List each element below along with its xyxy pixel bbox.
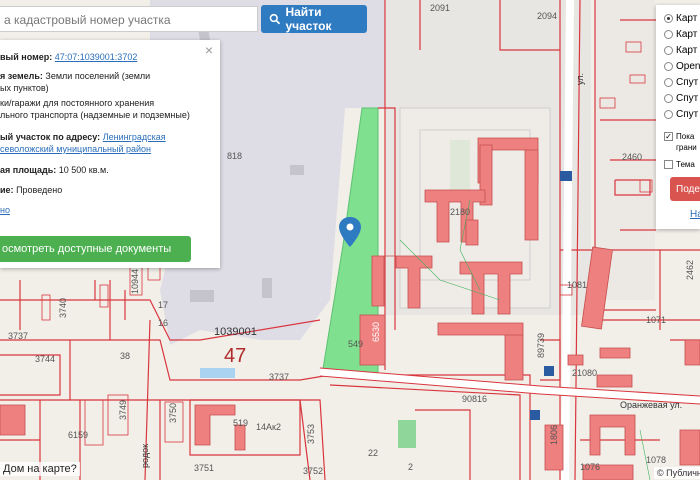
- parcel-label: 2180: [450, 207, 471, 217]
- parcel-label: 38: [120, 351, 131, 361]
- district-number: 47: [224, 345, 247, 367]
- layer-option[interactable]: Спут: [664, 91, 698, 105]
- layer-option-label: Спут: [676, 76, 699, 88]
- address-link-cont[interactable]: севоложский муниципальный район: [0, 143, 151, 155]
- parcel-label: 2460: [622, 152, 643, 162]
- layers-panel: Карт Карт Карт Open Спут Спут Спут ✓ Пок…: [656, 5, 700, 229]
- cadastral-number-link[interactable]: 47:07:1039001:3702: [55, 52, 138, 62]
- parcel-label: 1078: [646, 455, 667, 465]
- parcel-label: 22: [368, 448, 379, 458]
- street-label: родок: [140, 443, 150, 468]
- parcel-label: 2462: [685, 259, 695, 280]
- checkbox-checked-icon[interactable]: ✓: [664, 131, 673, 141]
- find-parcel-label: Найти участок: [285, 5, 332, 33]
- status-value: Проведено: [16, 185, 63, 195]
- permitted-use-line2: льного транспорта (надземные и подземные…: [0, 110, 190, 120]
- layer-option[interactable]: Карт: [664, 27, 697, 41]
- radio-icon[interactable]: [664, 29, 673, 39]
- area-label: ая площадь:: [0, 165, 57, 175]
- close-icon[interactable]: ×: [205, 42, 213, 58]
- area-value: 10 500 кв.м.: [58, 165, 109, 175]
- layer-option-label: Open: [676, 60, 700, 72]
- parcel-label: 1076: [580, 462, 601, 472]
- layer-option-label: Карт: [676, 28, 698, 40]
- cadastral-number-label: вый номер:: [0, 52, 53, 62]
- radio-icon[interactable]: [664, 45, 673, 55]
- land-category-label: я земель:: [0, 71, 43, 81]
- parcel-label: 3749: [118, 399, 128, 420]
- parcel-label: 519: [233, 418, 249, 428]
- parcel-label: 3744: [35, 354, 56, 364]
- parcel-label: 89739: [536, 332, 546, 358]
- view-documents-label: осмотреть доступные документы: [2, 243, 172, 255]
- parcel-label: 3740: [58, 297, 68, 318]
- parcel-label: 3753: [306, 423, 316, 444]
- address-link[interactable]: Ленинградская: [103, 132, 166, 142]
- checkbox-label-cont: грани: [676, 142, 697, 152]
- layer-option-label: Карт: [676, 12, 698, 24]
- land-category-value: Земли поселений (земли: [45, 71, 151, 81]
- checkbox-icon[interactable]: [664, 159, 673, 169]
- find-parcel-button[interactable]: Найти участок: [261, 5, 367, 33]
- layer-option[interactable]: Спут: [664, 107, 698, 121]
- parcel-label: 21080: [572, 368, 598, 378]
- parcel-label: 90816: [462, 394, 488, 404]
- layer-option[interactable]: Спут: [664, 75, 698, 89]
- parcel-label: 2: [408, 462, 414, 472]
- parcel-label: 1806: [549, 424, 559, 445]
- search-icon: [269, 13, 281, 25]
- parcel-label: 2091: [430, 3, 451, 13]
- block-label: 1039001: [214, 326, 257, 338]
- parcel-label: 17: [158, 300, 169, 310]
- house-on-map-link[interactable]: Дом на карте?: [0, 462, 80, 476]
- address-label: ый участок по адресу:: [0, 132, 101, 142]
- more-link[interactable]: но: [0, 204, 10, 216]
- layers-link[interactable]: На: [690, 209, 700, 220]
- radio-icon[interactable]: [664, 109, 673, 119]
- parcel-label: 1071: [646, 315, 667, 325]
- parcel-label: 10944: [130, 268, 140, 294]
- parcel-label: 818: [227, 151, 243, 161]
- parcel-label: 3752: [303, 466, 324, 476]
- permitted-use-line1: ки/гаражи для постоянного хранения: [0, 98, 155, 108]
- radio-selected-icon[interactable]: [664, 13, 673, 23]
- connect-button-label: Поде: [676, 183, 700, 195]
- parcel-label: 6530: [371, 321, 381, 342]
- search-input[interactable]: а кадастровый номер участка: [0, 6, 258, 32]
- parcel-label: 1081: [567, 280, 588, 290]
- radio-icon[interactable]: [664, 93, 673, 103]
- view-documents-button[interactable]: осмотреть доступные документы: [0, 236, 191, 262]
- attribution[interactable]: © Публичн: [654, 467, 700, 479]
- checkbox-label: Тема: [676, 159, 695, 169]
- parcel-label: 3751: [194, 463, 215, 473]
- layer-option[interactable]: Карт: [664, 11, 697, 25]
- parcel-info-panel: × вый номер: 47:07:1039001:3702 я земель…: [0, 40, 220, 268]
- status-label: ие:: [0, 185, 14, 195]
- layer-option[interactable]: Open: [664, 59, 700, 73]
- parcel-label: 3737: [269, 372, 290, 382]
- layer-option-label: Карт: [676, 44, 698, 56]
- layer-option-label: Спут: [676, 108, 699, 120]
- parcel-label: 14Ак2: [256, 422, 281, 432]
- parcel-label: 2094: [537, 11, 558, 21]
- parcel-label: 549: [348, 339, 364, 349]
- radio-icon[interactable]: [664, 77, 673, 87]
- layer-option-label: Спут: [676, 92, 699, 104]
- parcel-label: 16: [158, 318, 169, 328]
- layer-option[interactable]: Карт: [664, 43, 697, 57]
- parcel-label: 3750: [168, 402, 178, 423]
- street-label: Оранжевая ул.: [620, 400, 683, 410]
- land-category-value-cont: ых пунктов): [0, 83, 49, 93]
- search-input-value: а кадастровый номер участка: [4, 13, 171, 27]
- thematic-checkbox[interactable]: Тема: [664, 157, 695, 171]
- radio-icon[interactable]: [664, 61, 673, 71]
- street-label: ул.: [575, 72, 585, 85]
- parcel-label: 3737: [8, 331, 29, 341]
- connect-button[interactable]: Поде: [670, 177, 700, 201]
- parcel-label: 6159: [68, 430, 89, 440]
